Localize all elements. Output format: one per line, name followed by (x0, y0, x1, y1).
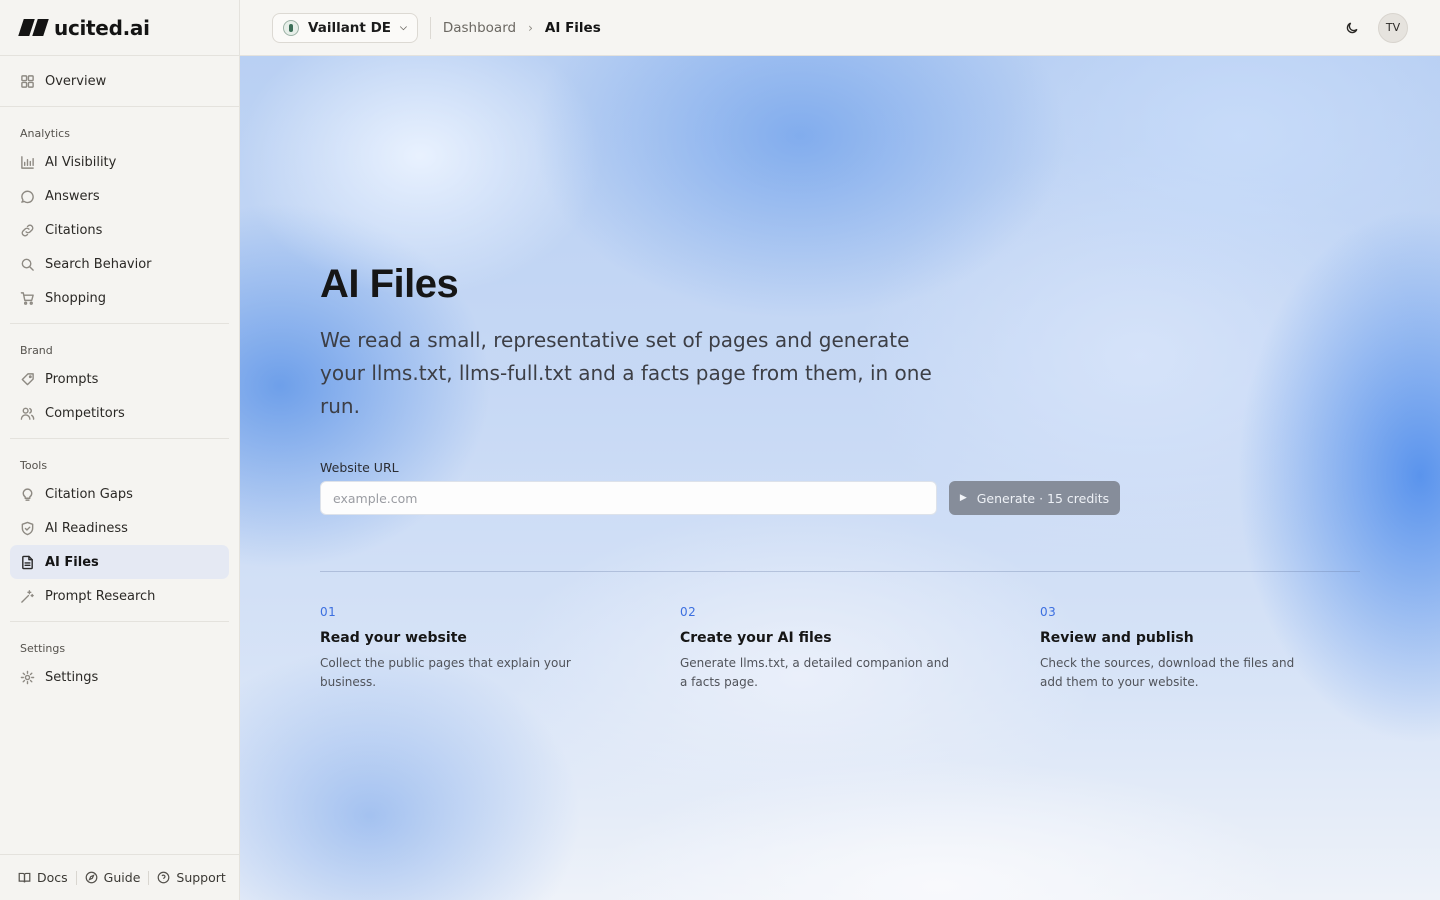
sidebar-item-citations[interactable]: Citations (10, 213, 229, 247)
moon-icon (1346, 22, 1358, 33)
support-label: Support (176, 870, 226, 885)
sidebar-item-label: AI Readiness (45, 520, 128, 536)
sidebar-item-label: Overview (45, 73, 107, 89)
workspace-logo-icon (283, 19, 299, 36)
grid-icon (20, 74, 35, 89)
avatar[interactable]: TV (1378, 12, 1408, 43)
docs-link[interactable]: Docs (18, 870, 68, 885)
step-item: 03 Review and publish Check the sources,… (1040, 605, 1320, 692)
sidebar-item-citation-gaps[interactable]: Citation Gaps (10, 477, 229, 511)
theme-toggle-button[interactable] (1341, 17, 1363, 39)
top-header: Vaillant DE ⌵ Dashboard › AI Files TV (240, 0, 1440, 56)
sidebar-item-answers[interactable]: Answers (10, 179, 229, 213)
group-label: Analytics (20, 127, 70, 140)
sidebar-item-label: Prompt Research (45, 588, 156, 604)
sidebar-item-competitors[interactable]: Competitors (10, 396, 229, 430)
chat-bubble-icon (20, 189, 35, 204)
generate-button-label: Generate · 15 credits (976, 490, 1110, 506)
brand-logo[interactable]: ucited.ai (0, 0, 239, 56)
cart-icon (20, 291, 35, 306)
sidebar-item-shopping[interactable]: Shopping (10, 281, 229, 315)
help-circle-icon (158, 871, 170, 884)
nav-group-tools: Tools Citation Gaps AI Readiness AI File… (0, 439, 239, 621)
gear-icon (20, 670, 35, 685)
sidebar: ucited.ai Overview Analytics AI Visibili… (0, 0, 240, 900)
brand-name: ucited.ai (54, 15, 150, 40)
step-title: Create your AI files (680, 630, 832, 646)
step-number: 03 (1040, 605, 1057, 619)
nav-top: Overview (0, 56, 239, 107)
sidebar-item-ai-visibility[interactable]: AI Visibility (10, 145, 229, 179)
sidebar-item-label: Prompts (45, 371, 99, 387)
breadcrumb-current: AI Files (544, 19, 601, 36)
logo-mark-icon (18, 19, 49, 36)
sidebar-item-label: AI Visibility (45, 154, 117, 170)
sidebar-item-label: Search Behavior (45, 256, 152, 272)
breadcrumb-dashboard[interactable]: Dashboard (443, 20, 516, 36)
search-icon (20, 257, 35, 272)
sidebar-item-label: Answers (45, 188, 100, 204)
sidebar-item-settings[interactable]: Settings (10, 660, 229, 694)
sidebar-item-overview[interactable]: Overview (10, 64, 229, 98)
divider (75, 870, 77, 885)
docs-label: Docs (37, 870, 68, 885)
guide-label: Guide (103, 870, 141, 885)
compass-icon (85, 871, 98, 884)
workspace-switcher[interactable]: Vaillant DE ⌵ (272, 12, 418, 43)
workspace-name: Vaillant DE (308, 19, 392, 36)
sidebar-footer: Docs Guide Support (0, 854, 239, 900)
nav-group-analytics: Analytics AI Visibility Answers Citation… (0, 107, 239, 323)
sidebar-item-search-behavior[interactable]: Search Behavior (10, 247, 229, 281)
breadcrumb: Dashboard › AI Files (443, 20, 601, 36)
sidebar-item-label: AI Files (45, 554, 99, 570)
sidebar-item-prompts[interactable]: Prompts (10, 362, 229, 396)
book-icon (18, 872, 31, 883)
page-title: AI Files (320, 262, 459, 306)
bar-chart-icon (20, 155, 35, 170)
nav-group-settings: Settings Settings (0, 622, 239, 702)
step-title: Review and publish (1040, 630, 1194, 646)
sidebar-item-label: Citation Gaps (45, 486, 133, 502)
chevron-down-icon: ⌵ (400, 22, 407, 33)
sidebar-item-label: Competitors (45, 405, 125, 421)
nav-group-brand: Brand Prompts Competitors (0, 324, 239, 438)
sidebar-item-label: Shopping (45, 290, 107, 306)
sidebar-item-label: Settings (45, 669, 99, 685)
step-title: Read your website (320, 630, 467, 646)
divider (320, 571, 1360, 572)
play-icon: ▶ (959, 493, 967, 503)
step-description: Generate llms.txt, a detailed companion … (680, 656, 950, 689)
guide-link[interactable]: Guide (85, 870, 141, 885)
sidebar-item-ai-files[interactable]: AI Files (10, 545, 229, 579)
generate-button[interactable]: ▶ Generate · 15 credits (949, 481, 1120, 515)
file-text-icon (20, 555, 35, 570)
step-description: Collect the public pages that explain yo… (320, 656, 571, 689)
sidebar-item-ai-readiness[interactable]: AI Readiness (10, 511, 229, 545)
page-description: We read a small, representative set of p… (320, 328, 932, 418)
chevron-right-icon: › (528, 20, 533, 35)
website-url-input[interactable] (320, 481, 937, 515)
main-content: AI Files We read a small, representative… (240, 56, 1440, 900)
shield-check-icon (20, 521, 35, 536)
sparkle-wand-icon (20, 589, 35, 604)
group-label: Brand (20, 344, 53, 357)
sidebar-item-prompt-research[interactable]: Prompt Research (10, 579, 229, 613)
divider (148, 870, 150, 885)
website-url-label: Website URL (320, 460, 399, 475)
group-label: Tools (20, 459, 48, 472)
link-icon (20, 223, 35, 238)
step-item: 01 Read your website Collect the public … (320, 605, 600, 692)
tag-icon (20, 372, 35, 387)
step-item: 02 Create your AI files Generate llms.tx… (680, 605, 960, 692)
group-label: Settings (20, 642, 66, 655)
lightbulb-icon (20, 487, 35, 502)
header-actions: TV (1341, 12, 1408, 43)
users-icon (20, 406, 35, 421)
support-link[interactable]: Support (157, 870, 226, 885)
divider (429, 16, 431, 39)
sidebar-item-label: Citations (45, 222, 103, 238)
step-number: 01 (320, 605, 337, 619)
step-number: 02 (680, 605, 697, 619)
step-description: Check the sources, download the files an… (1040, 656, 1295, 689)
